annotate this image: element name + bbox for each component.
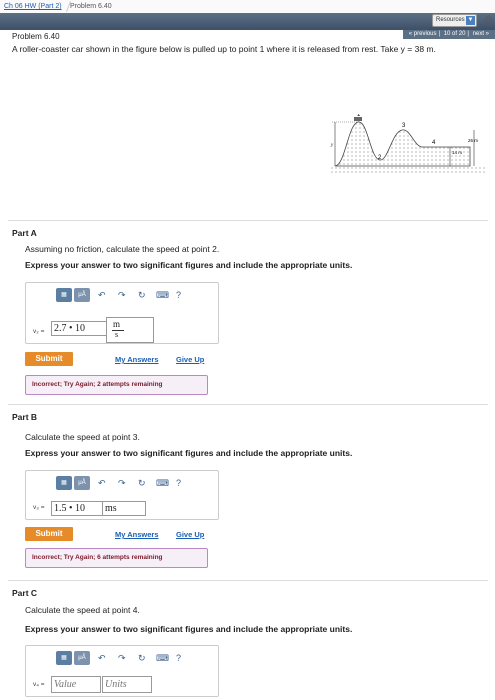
part-a-submit-button[interactable]: Submit xyxy=(25,352,73,366)
figure-label-3: 3 xyxy=(402,123,406,129)
keyboard-icon[interactable]: ⌨ xyxy=(156,651,169,665)
part-c-value-field[interactable] xyxy=(51,676,101,693)
part-b-give-up-link[interactable]: Give Up xyxy=(176,530,204,539)
roller-coaster-figure: 1 2 3 4 y 26 m 14 m xyxy=(330,114,485,174)
part-b-instruction: Express your answer to two significant f… xyxy=(25,448,353,458)
help-icon[interactable]: ? xyxy=(176,288,181,302)
part-c-heading: Part C xyxy=(12,588,38,598)
figure-label-4: 4 xyxy=(432,140,436,146)
reset-icon[interactable]: ↻ xyxy=(138,651,146,665)
problem-title: Problem 6.40 xyxy=(12,32,60,41)
part-c-variable: v₄ = xyxy=(33,681,45,688)
undo-icon[interactable]: ↶ xyxy=(98,651,106,665)
redo-icon[interactable]: ↷ xyxy=(118,476,126,490)
part-a-heading: Part A xyxy=(12,228,37,238)
keyboard-icon[interactable]: ⌨ xyxy=(156,476,169,490)
part-c-answer-box: ▦ μÅ ↶ ↷ ↻ ⌨ ? v₄ = xyxy=(25,645,219,697)
figure-label-26m: 26 m xyxy=(468,138,478,143)
matrix-icon[interactable]: ▦ xyxy=(56,288,72,302)
previous-link[interactable]: « previous xyxy=(409,31,437,37)
mu-icon[interactable]: μÅ xyxy=(74,651,90,665)
mu-icon[interactable]: μÅ xyxy=(74,288,90,302)
part-a-value-field[interactable]: 2.7 • 10 xyxy=(51,321,107,336)
part-c-question: Calculate the speed at point 4. xyxy=(25,605,140,615)
help-icon[interactable]: ? xyxy=(176,476,181,490)
resources-dropdown[interactable]: Resources ▼ xyxy=(432,14,477,27)
part-b-my-answers-link[interactable]: My Answers xyxy=(115,530,159,539)
redo-icon[interactable]: ↷ xyxy=(118,288,126,302)
divider xyxy=(8,580,488,581)
part-a-answer-box: ▦ μÅ ↶ ↷ ↻ ⌨ ? v₂ = 2.7 • 10 m s xyxy=(25,282,219,344)
undo-icon[interactable]: ↶ xyxy=(98,288,106,302)
breadcrumb-parent-link[interactable]: Ch 06 HW (Part 2) xyxy=(4,3,62,10)
reset-icon[interactable]: ↻ xyxy=(138,288,146,302)
part-a-question: Assuming no friction, calculate the spee… xyxy=(25,244,220,254)
part-a-variable: v₂ = xyxy=(33,328,45,335)
print-icon[interactable]: ⎙ xyxy=(485,14,492,25)
next-link[interactable]: next » xyxy=(473,31,489,37)
part-a-instruction: Express your answer to two significant f… xyxy=(25,260,353,270)
part-b-submit-button[interactable]: Submit xyxy=(25,527,73,541)
divider xyxy=(8,220,488,221)
pager: « previous | 10 of 20 | next » xyxy=(402,30,495,39)
part-b-value-field[interactable]: 1.5 • 10 xyxy=(51,501,103,516)
part-a-feedback: Incorrect; Try Again; 2 attempts remaini… xyxy=(25,375,208,395)
part-a-unit-denominator: s xyxy=(115,330,119,339)
mu-icon[interactable]: μÅ xyxy=(74,476,90,490)
redo-icon[interactable]: ↷ xyxy=(118,651,126,665)
breadcrumb: Ch 06 HW (Part 2) Problem 6.40 xyxy=(0,0,495,14)
part-a-give-up-link[interactable]: Give Up xyxy=(176,355,204,364)
part-a-unit-field[interactable]: m s xyxy=(106,317,154,343)
part-b-feedback: Incorrect; Try Again; 6 attempts remaini… xyxy=(25,548,208,568)
matrix-icon[interactable]: ▦ xyxy=(56,651,72,665)
part-c-instruction: Express your answer to two significant f… xyxy=(25,624,353,634)
breadcrumb-current: Problem 6.40 xyxy=(70,3,112,10)
figure-label-y: y xyxy=(330,143,334,148)
help-icon[interactable]: ? xyxy=(176,651,181,665)
chevron-down-icon: ▼ xyxy=(466,16,475,25)
part-b-answer-box: ▦ μÅ ↶ ↷ ↻ ⌨ ? v₃ = 1.5 • 10 ms xyxy=(25,470,219,520)
divider xyxy=(8,404,488,405)
matrix-icon[interactable]: ▦ xyxy=(56,476,72,490)
part-c-unit-field[interactable] xyxy=(102,676,152,693)
undo-icon[interactable]: ↶ xyxy=(98,476,106,490)
part-b-heading: Part B xyxy=(12,412,38,422)
problem-statement: A roller-coaster car shown in the figure… xyxy=(12,44,436,54)
part-b-unit-field[interactable]: ms xyxy=(102,501,146,516)
pager-position: 10 of 20 xyxy=(443,31,466,37)
reset-icon[interactable]: ↻ xyxy=(138,476,146,490)
part-b-question: Calculate the speed at point 3. xyxy=(25,432,140,442)
part-a-my-answers-link[interactable]: My Answers xyxy=(115,355,159,364)
part-b-variable: v₃ = xyxy=(33,504,45,511)
figure-label-14m: 14 m xyxy=(452,150,462,155)
part-a-unit-numerator: m xyxy=(113,319,121,329)
header-bar: Resources ▼ ⎙ xyxy=(0,13,495,30)
resources-label: Resources xyxy=(436,17,465,23)
keyboard-icon[interactable]: ⌨ xyxy=(156,288,169,302)
